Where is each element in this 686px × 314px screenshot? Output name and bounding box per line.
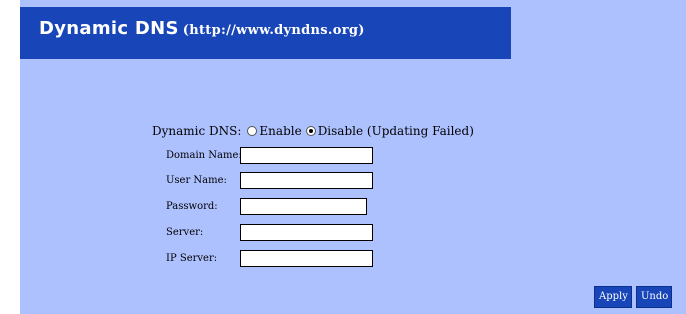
server-input[interactable]	[240, 223, 373, 241]
undo-button[interactable]: Undo	[636, 286, 672, 308]
server-row: Server:	[166, 222, 406, 242]
ip-server-row: IP Server:	[166, 248, 406, 268]
page-title-url: (http://www.dyndns.org)	[182, 23, 365, 38]
ip-server-input[interactable]	[240, 249, 373, 267]
domain-name-input[interactable]	[240, 146, 373, 164]
user-name-label: User Name:	[166, 174, 227, 186]
page-header-banner: Dynamic DNS (http://www.dyndns.org)	[20, 7, 511, 59]
disable-radio[interactable]	[305, 126, 316, 136]
disable-radio-label[interactable]: Disable (Updating Failed)	[318, 124, 474, 138]
ip-server-label: IP Server:	[166, 252, 218, 264]
user-name-row: User Name:	[166, 170, 406, 190]
apply-button[interactable]: Apply	[594, 286, 632, 308]
password-label: Password:	[166, 200, 218, 212]
password-input[interactable]	[240, 197, 367, 215]
domain-name-label: Domain Name:	[166, 149, 242, 161]
user-name-input[interactable]	[240, 171, 373, 189]
enable-radio-label[interactable]: Enable	[259, 124, 301, 138]
dynamic-dns-toggle-row: Dynamic DNS: Enable Disable (Updating Fa…	[152, 124, 476, 138]
enable-radio[interactable]	[247, 126, 258, 136]
dynamic-dns-label: Dynamic DNS:	[152, 124, 242, 138]
server-label: Server:	[166, 226, 204, 238]
password-row: Password:	[166, 196, 406, 216]
page-title: Dynamic DNS (http://www.dyndns.org)	[39, 18, 365, 39]
page-title-text: Dynamic DNS	[39, 18, 179, 39]
domain-name-row: Domain Name:	[166, 145, 406, 165]
content-panel: Dynamic DNS (http://www.dyndns.org) Dynam…	[20, 0, 686, 314]
